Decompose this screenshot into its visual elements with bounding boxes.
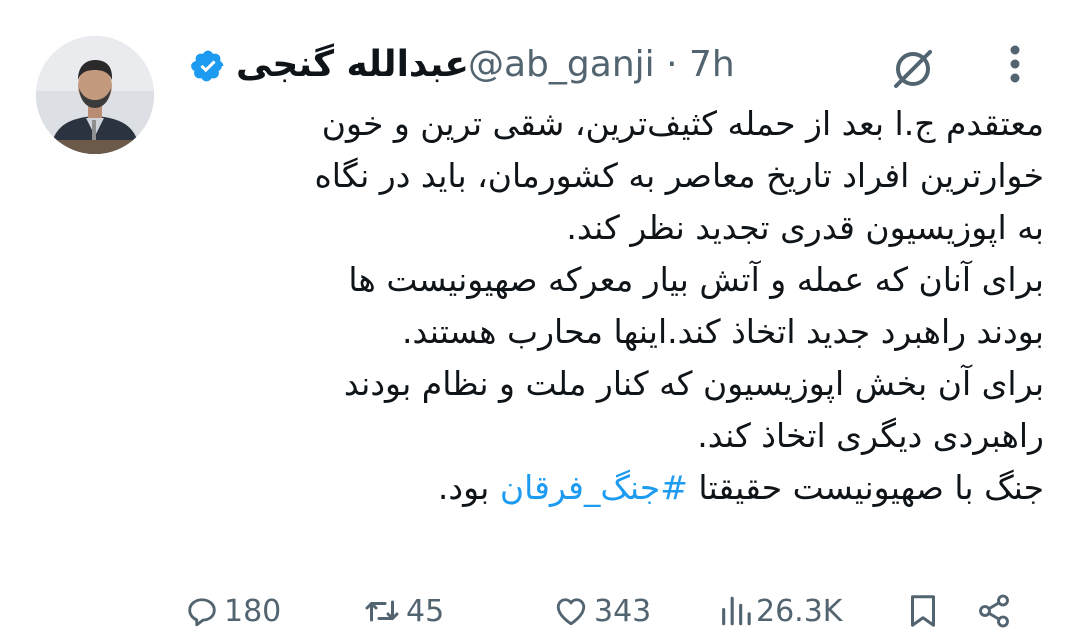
tweet-line-last: جنگ با صهیونیست حقیقتا #جنگ_فرقان بود. [210, 462, 1044, 514]
grok-icon[interactable] [888, 44, 938, 94]
views-icon [722, 596, 751, 626]
retweet-count: 45 [406, 593, 445, 629]
reply-button[interactable]: 180 [184, 586, 281, 636]
author-handle-and-time[interactable]: @ab_ganji · 7h [468, 40, 735, 90]
author-handle[interactable]: @ab_ganji [468, 44, 655, 85]
action-bar: 180 45 343 26.3K [184, 586, 1044, 636]
time-separator: · [666, 44, 678, 85]
tweet-line: معتقدم ج.ا بعد از حمله کثیف‌ترین، شقی تر… [321, 104, 1044, 143]
share-button[interactable] [976, 586, 1012, 636]
tweet-text-segment: بود. [437, 468, 500, 507]
tweet-time[interactable]: 7h [689, 44, 735, 85]
tweet-line: برای آنان که عمله و آتش بیار معرکه صهیون… [348, 260, 1044, 299]
reply-icon [188, 598, 216, 627]
tweet-line: بودند راهبرد جدید اتخاذ کند.اینها محارب … [401, 312, 1044, 351]
tweet-line: برای آن بخش اپوزیسیون که کنار ملت و نظام… [343, 364, 1044, 403]
avatar[interactable] [36, 36, 154, 154]
tweet-line: راهبردی دیگری اتخاذ کند. [697, 416, 1044, 455]
views-button[interactable]: 26.3K [718, 586, 842, 636]
bookmark-button[interactable] [908, 586, 938, 636]
bookmark-icon [911, 595, 935, 627]
hashtag-link[interactable]: #جنگ_فرقان [500, 468, 688, 507]
like-count: 343 [594, 593, 652, 629]
tweet-header: عبدالله گنجی @ab_ganji · 7h [176, 36, 1044, 96]
reply-count: 180 [224, 593, 282, 629]
views-count: 26.3K [756, 593, 843, 629]
tweet-line: خوارترین افراد تاریخ معاصر به کشورمان، ب… [314, 156, 1044, 195]
verified-badge-icon [190, 48, 226, 84]
share-icon [979, 594, 1009, 628]
author-display-name[interactable]: عبدالله گنجی [236, 40, 469, 90]
retweet-button[interactable]: 45 [362, 586, 444, 636]
tweet-card[interactable]: عبدالله گنجی @ab_ganji · 7h معتقدم ج.ا ب… [0, 0, 1080, 640]
like-icon [556, 598, 586, 626]
tweet-text-segment: جنگ با صهیونیست حقیقتا [687, 468, 1044, 507]
like-button[interactable]: 343 [552, 586, 651, 636]
retweet-icon [365, 600, 399, 622]
tweet-text: معتقدم ج.ا بعد از حمله کثیف‌ترین، شقی تر… [210, 98, 1044, 514]
tweet-line: به اپوزیسیون قدری تجدید نظر کند. [566, 208, 1044, 247]
more-icon[interactable] [1004, 40, 1026, 100]
